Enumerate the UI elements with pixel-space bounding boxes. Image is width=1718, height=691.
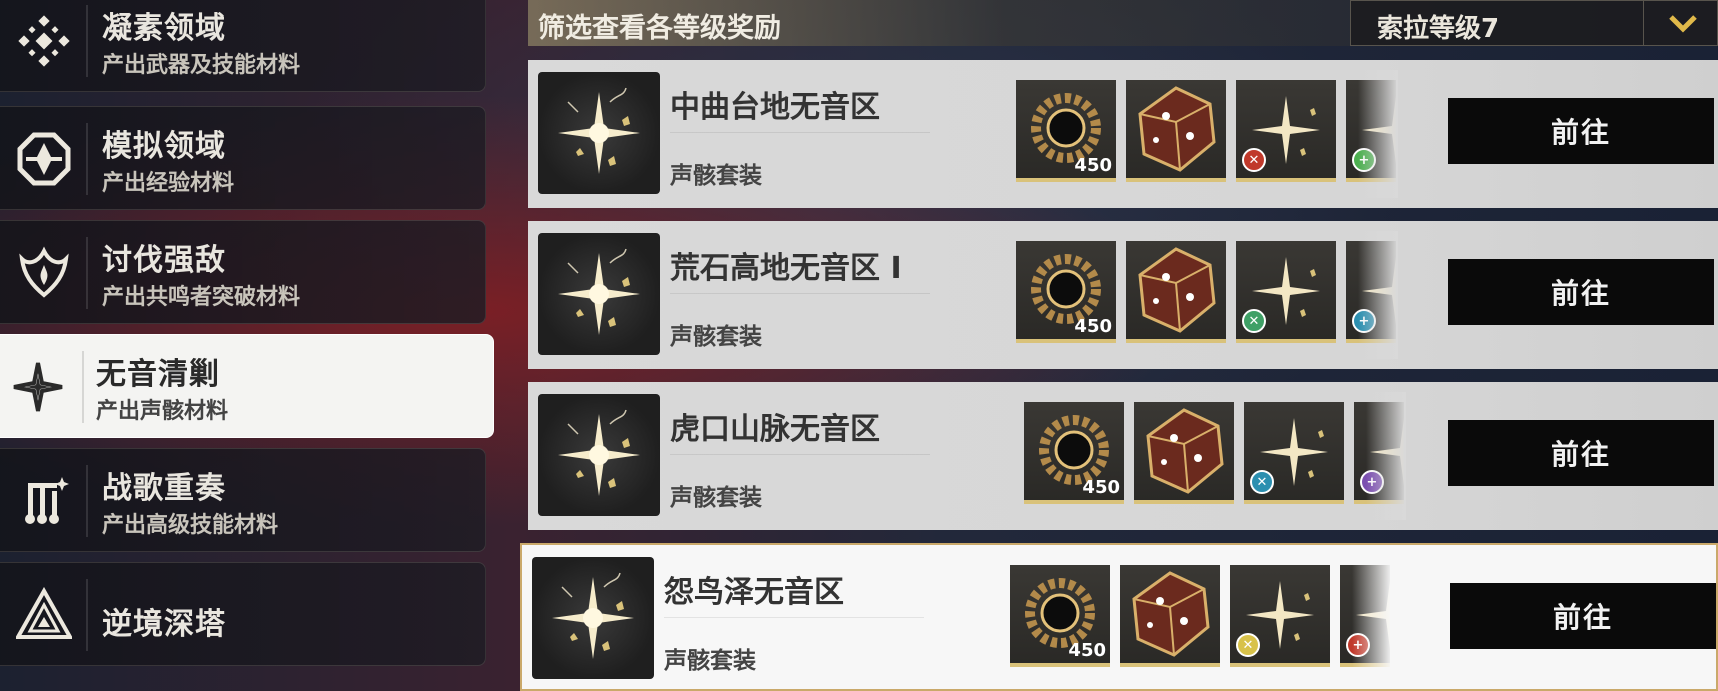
sidebar-item-title: 逆境深塔 (102, 607, 226, 642)
reward-echo-item[interactable]: ✕ (1236, 241, 1336, 343)
reward-shell-credit[interactable]: 450 (1016, 241, 1116, 343)
echo-set-thumbnail (538, 394, 660, 516)
reward-echo-item[interactable]: ✕ (1244, 402, 1344, 504)
tacet-field-card[interactable]: 中曲台地无音区 声骸套装 450 ✕ + 前往 (528, 60, 1718, 208)
sidebar-item-subtitle: 产出共鸣者突破材料 (102, 285, 301, 310)
reward-echo-item[interactable]: ✕ (1236, 80, 1336, 182)
reward-shell-credit[interactable]: 450 (1016, 80, 1116, 182)
reward-echo-dice[interactable] (1126, 80, 1226, 182)
reward-echo-dice[interactable] (1120, 565, 1220, 667)
reward-shell-credit[interactable]: 450 (1010, 565, 1110, 667)
sidebar-item-battle-song[interactable]: 战歌重奏 产出高级技能材料 (0, 448, 486, 552)
title-divider (670, 454, 930, 455)
reward-quantity: 450 (1074, 316, 1112, 337)
element-badge-icon: ✕ (1250, 470, 1274, 494)
chevron-down-icon[interactable] (1665, 9, 1701, 37)
reward-echo-dice[interactable] (1134, 402, 1234, 504)
sidebar-divider (86, 237, 88, 309)
go-button[interactable]: 前往 (1448, 420, 1714, 486)
field-subtitle: 声骸套装 (670, 163, 762, 189)
sidebar-item-title: 凝素领域 (102, 11, 226, 46)
sidebar-item-subtitle: 产出经验材料 (102, 171, 235, 196)
title-divider (670, 132, 930, 133)
field-name: 虎口山脉无音区 (670, 412, 880, 447)
sidebar-item-subtitle: 产出武器及技能材料 (102, 53, 301, 78)
tower-triangle-icon (14, 585, 74, 645)
sidebar-item-tower[interactable]: 逆境深塔 (0, 562, 486, 666)
flame-crest-icon (14, 243, 74, 303)
sidebar-item-title: 模拟领域 (102, 129, 226, 164)
tacet-field-card[interactable]: 怨鸟泽无音区 声骸套装 450 ✕ + 前往 (520, 543, 1718, 691)
field-name: 怨鸟泽无音区 (664, 575, 844, 610)
level-value: 索拉等级7 (1377, 14, 1500, 44)
reward-fade-mask (1358, 231, 1398, 359)
sidebar-divider (86, 5, 88, 77)
level-dropdown[interactable]: 索拉等级7 (1350, 0, 1718, 46)
reward-fade-mask (1366, 392, 1406, 520)
go-button[interactable]: 前往 (1448, 98, 1714, 164)
reward-quantity: 450 (1074, 155, 1112, 176)
echo-set-thumbnail (538, 233, 660, 355)
sidebar-divider (86, 123, 88, 195)
octagon-emblem-icon (14, 129, 74, 189)
filter-title: 筛选查看各等级奖励 (538, 13, 781, 44)
reward-fade-mask (1358, 70, 1398, 198)
reward-echo-item[interactable]: ✕ (1230, 565, 1330, 667)
sidebar-item-simulation[interactable]: 模拟领域 产出经验材料 (0, 106, 486, 210)
sidebar-item-title: 无音清剿 (96, 357, 220, 392)
field-name: 荒石高地无音区 I (670, 251, 902, 286)
field-subtitle: 声骸套装 (670, 485, 762, 511)
sidebar-item-subtitle: 产出声骸材料 (96, 399, 229, 424)
sparkle-star-icon (8, 357, 68, 417)
music-glyph-icon (14, 471, 74, 531)
field-subtitle: 声骸套装 (670, 324, 762, 350)
tacet-field-card[interactable]: 荒石高地无音区 I 声骸套装 450 ✕ + 前往 (528, 221, 1718, 369)
go-button[interactable]: 前往 (1448, 259, 1714, 325)
go-button[interactable]: 前往 (1450, 583, 1716, 649)
element-badge-icon: ✕ (1242, 148, 1266, 172)
sidebar-item-title: 讨伐强敌 (102, 243, 226, 278)
dropdown-divider (1643, 1, 1644, 45)
reward-fade-mask (1352, 555, 1392, 683)
tacet-field-card[interactable]: 虎口山脉无音区 声骸套装 450 ✕ + 前往 (528, 382, 1718, 530)
element-badge-icon: ✕ (1236, 633, 1260, 657)
element-badge-icon: ✕ (1242, 309, 1266, 333)
sidebar-item-subtitle: 产出高级技能材料 (102, 513, 279, 538)
title-divider (664, 617, 924, 618)
sidebar-item-tacet-field[interactable]: 无音清剿 产出声骸材料 (0, 334, 494, 438)
field-name: 中曲台地无音区 (670, 90, 880, 125)
reward-quantity: 450 (1082, 477, 1120, 498)
reward-quantity: 450 (1068, 640, 1106, 661)
sidebar-item-title: 战歌重奏 (102, 471, 226, 506)
echo-set-thumbnail (538, 72, 660, 194)
reward-shell-credit[interactable]: 450 (1024, 402, 1124, 504)
sidebar-divider (86, 465, 88, 537)
sidebar-divider (86, 579, 88, 651)
reward-echo-dice[interactable] (1126, 241, 1226, 343)
sidebar-item-boss[interactable]: 讨伐强敌 产出共鸣者突破材料 (0, 220, 486, 324)
crystal-cross-icon (14, 11, 74, 71)
sidebar-divider (82, 351, 84, 423)
sidebar-item-forgery[interactable]: 凝素领域 产出武器及技能材料 (0, 0, 486, 92)
title-divider (670, 293, 930, 294)
field-subtitle: 声骸套装 (664, 648, 756, 674)
sidebar-menu: 凝素领域 产出武器及技能材料 模拟领域 产出经验材料 讨伐强敌 产出共鸣者突破材… (0, 0, 494, 691)
echo-set-thumbnail (532, 557, 654, 679)
